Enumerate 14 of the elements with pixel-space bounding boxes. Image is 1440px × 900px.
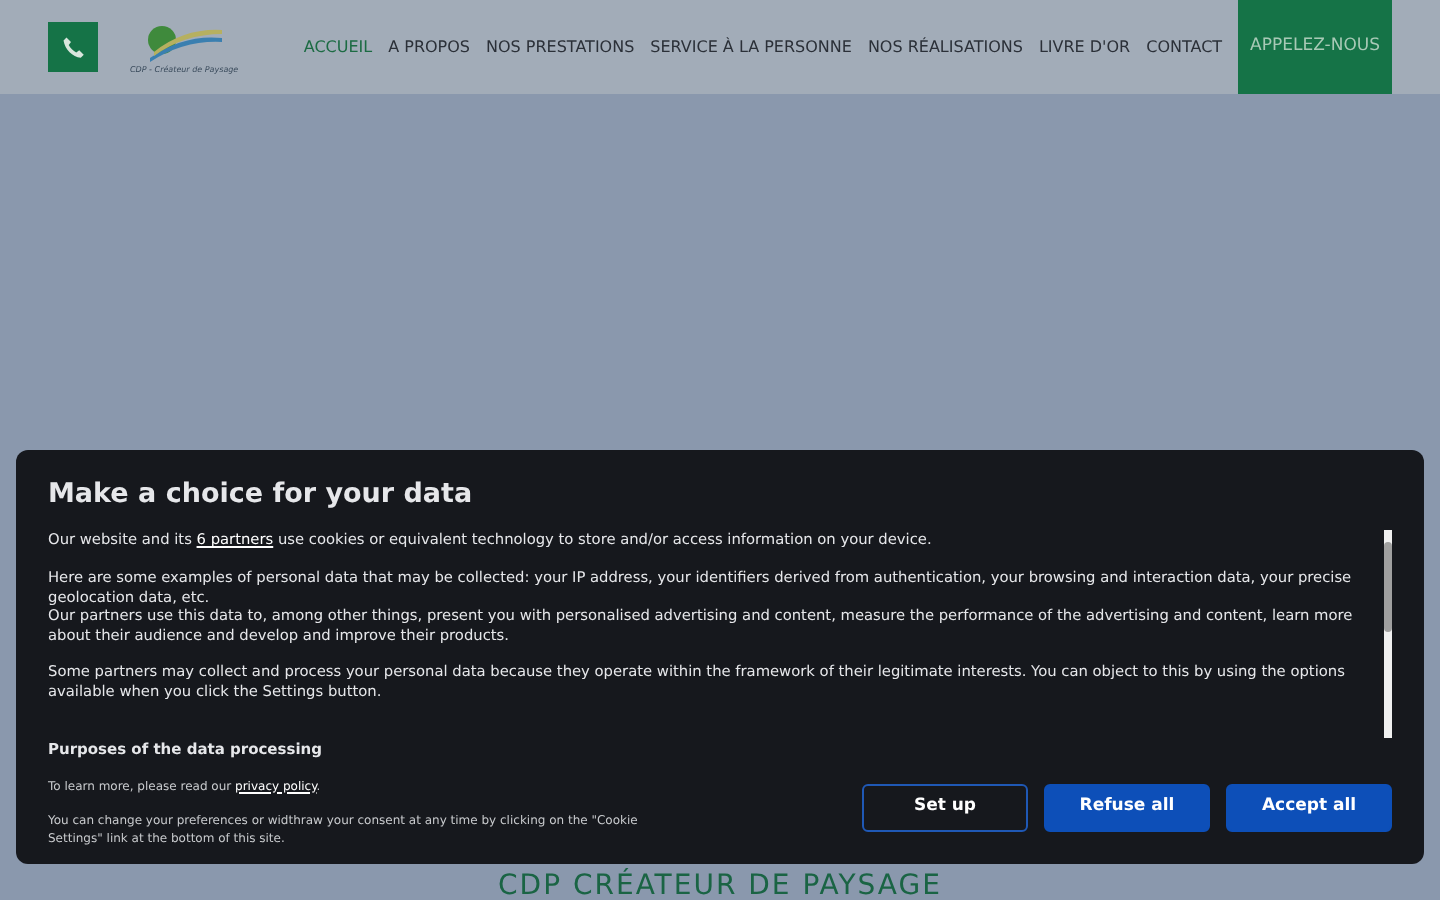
nav-link[interactable]: LIVRE D'OR bbox=[1038, 35, 1131, 59]
nav-link[interactable]: SERVICE À LA PERSONNE bbox=[650, 35, 852, 59]
nav-link[interactable]: CONTACT bbox=[1146, 35, 1223, 59]
nav-link[interactable]: NOS RÉALISATIONS bbox=[867, 35, 1023, 59]
nav-link[interactable]: NOS PRESTATIONS bbox=[486, 35, 635, 59]
consent-button[interactable]: Accept all bbox=[1226, 783, 1392, 831]
dialog-title: Make a choice for your data bbox=[48, 476, 475, 514]
scrollbar[interactable] bbox=[1383, 530, 1392, 739]
call-button[interactable]: APPELEZ-NOUS bbox=[1238, 0, 1392, 94]
consent-button[interactable]: Refuse all bbox=[1044, 783, 1210, 831]
page-heading: CDP CRÉATEUR DE PAYSAGE bbox=[496, 866, 944, 899]
consent-button[interactable]: Set up bbox=[862, 783, 1028, 831]
nav-link[interactable]: A PROPOS bbox=[388, 35, 471, 59]
phone-icon[interactable] bbox=[48, 22, 98, 72]
